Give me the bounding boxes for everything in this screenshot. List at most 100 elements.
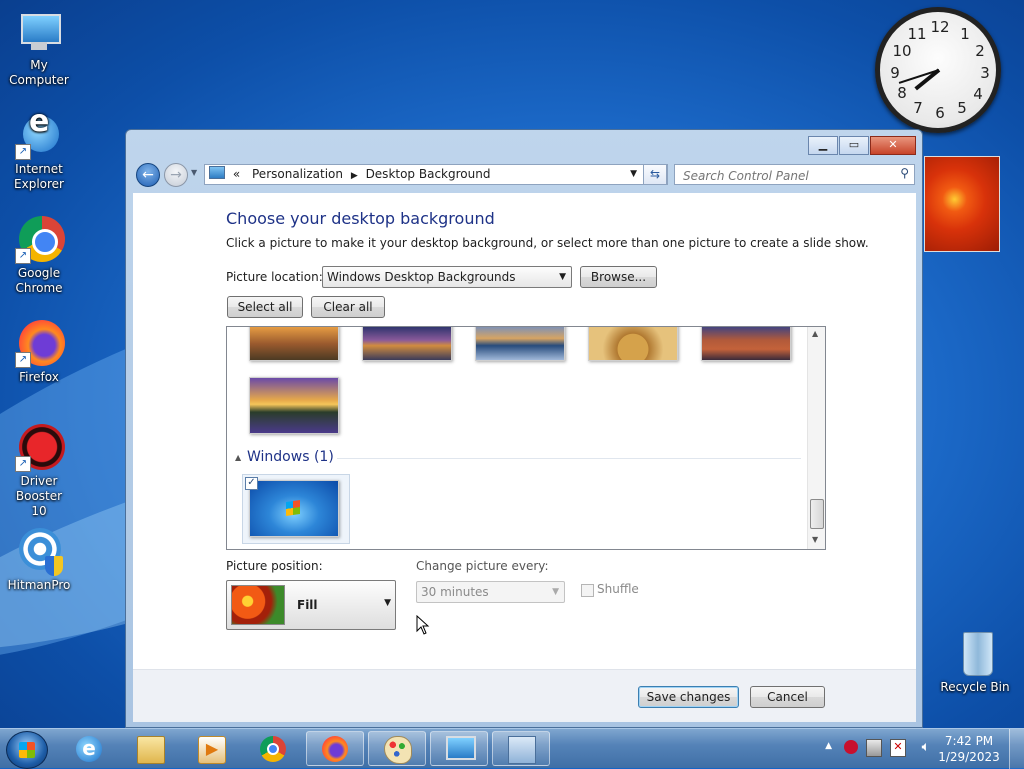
wallpaper-tile-selected[interactable]: ✓ <box>242 474 350 544</box>
wallpaper-thumbnail[interactable] <box>588 327 678 361</box>
breadcrumb-overflow[interactable]: « <box>233 167 240 181</box>
clock-gadget[interactable]: 12 1 2 3 4 5 6 7 8 9 10 11 <box>875 7 1001 133</box>
search-box[interactable]: ⚲ <box>674 164 915 185</box>
display-settings-icon <box>446 736 476 760</box>
wallpaper-thumbnail[interactable] <box>362 327 452 361</box>
desktop-icon-label: My Computer <box>9 58 69 87</box>
taskbar-clock[interactable]: 7:42 PM 1/29/2023 <box>934 733 1004 765</box>
select-all-button[interactable]: Select all <box>227 296 303 318</box>
chevron-down-icon: ▼ <box>552 587 559 597</box>
clock-number: 8 <box>897 84 907 102</box>
wallpaper-thumbnail[interactable] <box>249 327 339 361</box>
breadcrumb-personalization[interactable]: Personalization <box>252 167 343 181</box>
taskbar-file-explorer[interactable] <box>121 731 179 766</box>
desktop-icon-label: Internet <box>15 162 63 176</box>
shortcut-arrow-icon: ↗ <box>15 352 31 368</box>
cancel-button[interactable]: Cancel <box>750 686 825 708</box>
internet-explorer-icon: e <box>76 736 102 762</box>
taskbar: e ▶ ▲ ✕ 🔈︎ 7:42 PM 1/29/2023 <box>0 728 1024 769</box>
scroll-thumb[interactable] <box>810 499 824 529</box>
clock-number: 3 <box>980 64 990 82</box>
show-hidden-icons-icon[interactable]: ▲ <box>825 741 832 751</box>
desktop-icon-hitmanpro[interactable]: HitmanPro <box>1 528 77 593</box>
taskbar-google-chrome[interactable] <box>244 731 302 766</box>
address-bar[interactable]: « Personalization ▶ Desktop Background ▼ <box>204 164 668 185</box>
taskbar-internet-explorer[interactable]: e <box>60 731 118 766</box>
driver-booster-tray-icon[interactable] <box>844 740 858 754</box>
desktop-background-window: ▁ ▭ ✕ ← → ▼ « Personalization ▶ Desktop … <box>125 129 923 728</box>
taskbar-control-panel[interactable] <box>492 731 550 766</box>
mouse-cursor-icon <box>416 615 430 635</box>
forward-button[interactable]: → <box>164 163 188 187</box>
refresh-button[interactable]: ⇆ <box>643 164 667 185</box>
page-title: Choose your desktop background <box>226 209 495 228</box>
search-icon[interactable]: ⚲ <box>900 166 909 180</box>
minimize-button[interactable]: ▁ <box>808 136 838 155</box>
taskbar-personalization[interactable] <box>430 731 488 766</box>
shortcut-arrow-icon: ↗ <box>15 248 31 264</box>
network-icon[interactable] <box>866 739 882 757</box>
desktop-icon-recycle-bin[interactable]: Recycle Bin <box>937 630 1013 695</box>
desktop-icon-label: Google <box>17 266 61 280</box>
collapse-group-icon[interactable]: ▲ <box>235 453 241 462</box>
folder-icon <box>137 736 165 764</box>
picture-list[interactable]: ▲ Windows (1) ✓ ▲ ▼ <box>226 326 826 550</box>
desktop-icon-internet-explorer[interactable]: e ↗ Internet Explorer <box>1 107 77 192</box>
scroll-up-icon[interactable]: ▲ <box>812 329 818 338</box>
picture-location-select[interactable]: Windows Desktop Backgrounds ▼ <box>322 266 572 288</box>
chrome-icon <box>260 736 286 762</box>
wallpaper-thumbnail[interactable] <box>701 327 791 361</box>
shortcut-arrow-icon: ↗ <box>15 456 31 472</box>
computer-icon <box>15 8 63 56</box>
desktop-icon-my-computer[interactable]: My Computer <box>1 8 77 88</box>
desktop-icon-firefox[interactable]: ↗ Firefox <box>1 320 77 385</box>
volume-icon[interactable]: 🔈︎ <box>922 739 930 755</box>
breadcrumb-desktop-background[interactable]: Desktop Background <box>366 167 491 181</box>
close-button[interactable]: ✕ <box>870 136 916 155</box>
window-controls: ▁ ▭ ✕ <box>807 136 916 155</box>
shuffle-label: Shuffle <box>597 582 639 596</box>
wallpaper-thumbnail[interactable] <box>475 327 565 361</box>
windows-logo-icon <box>19 742 35 758</box>
internet-explorer-icon: e ↗ <box>15 107 63 160</box>
breadcrumb-separator-icon[interactable]: ▶ <box>351 171 358 181</box>
taskbar-paint[interactable] <box>368 731 426 766</box>
picture-position-select[interactable]: Fill ▼ <box>226 580 396 630</box>
shuffle-checkbox[interactable] <box>581 584 594 597</box>
back-button[interactable]: ← <box>136 163 160 187</box>
recycle-bin-icon <box>951 630 999 678</box>
hitmanpro-icon <box>15 528 63 576</box>
wallpaper-thumbnail[interactable] <box>249 377 339 434</box>
wallpaper-checkbox[interactable]: ✓ <box>245 477 258 490</box>
change-picture-interval-value: 30 minutes <box>421 585 489 599</box>
show-desktop-button[interactable] <box>1009 729 1024 769</box>
slideshow-gadget[interactable] <box>924 156 1000 252</box>
wallpaper-thumbnail[interactable] <box>249 480 339 537</box>
clear-all-button[interactable]: Clear all <box>311 296 385 318</box>
desktop-icon-label: Chrome <box>15 281 63 295</box>
group-divider <box>337 458 801 459</box>
desktop-icon-driver-booster[interactable]: ↗ Driver Booster 10 <box>1 424 77 519</box>
address-dropdown-icon[interactable]: ▼ <box>630 165 637 184</box>
save-changes-button[interactable]: Save changes <box>638 686 739 708</box>
recent-pages-dropdown[interactable]: ▼ <box>191 168 197 177</box>
desktop-icon-label: Driver Booster <box>15 474 63 503</box>
change-picture-label: Change picture every: <box>416 559 549 573</box>
maximize-button[interactable]: ▭ <box>839 136 869 155</box>
page-description: Click a picture to make it your desktop … <box>226 236 869 250</box>
start-button[interactable] <box>6 731 48 769</box>
desktop-icon-google-chrome[interactable]: ↗ Google Chrome <box>1 216 77 296</box>
main-content: Choose your desktop background Click a p… <box>133 193 916 669</box>
change-picture-interval-select[interactable]: 30 minutes ▼ <box>416 581 565 603</box>
desktop-icon-label: 10 <box>31 504 47 518</box>
taskbar-media-player[interactable]: ▶ <box>182 731 240 766</box>
clock-number: 5 <box>957 99 967 117</box>
scroll-down-icon[interactable]: ▼ <box>812 535 818 544</box>
picture-list-scrollbar[interactable]: ▲ ▼ <box>807 327 825 549</box>
search-input[interactable] <box>681 166 885 185</box>
desktop-icon-label: Recycle Bin <box>940 680 1010 694</box>
browse-button[interactable]: Browse... <box>580 266 657 288</box>
taskbar-firefox[interactable] <box>306 731 364 766</box>
firefox-icon: ↗ <box>15 320 65 368</box>
action-center-flag-icon[interactable]: ✕ <box>890 739 906 757</box>
